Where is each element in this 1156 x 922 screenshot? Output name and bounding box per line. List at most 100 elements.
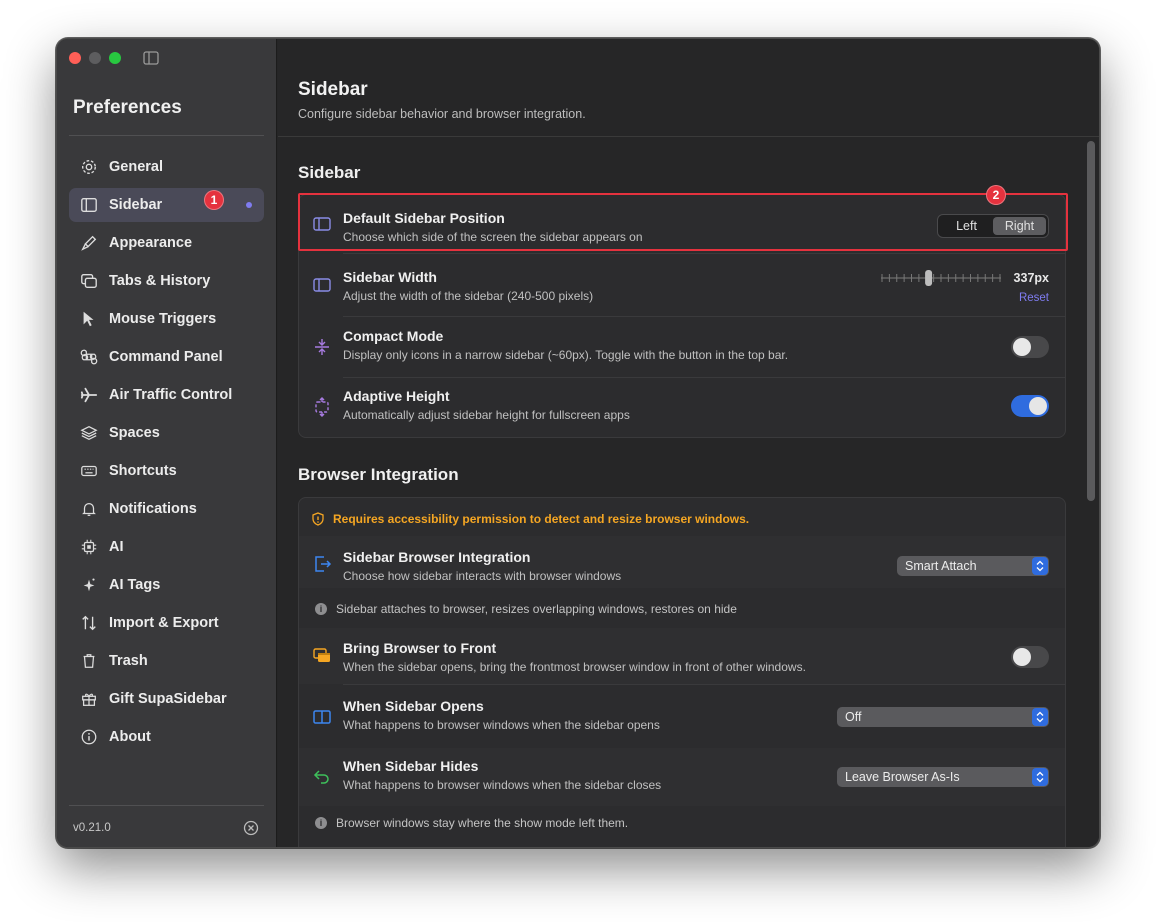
minimize-window-button[interactable] [89, 52, 101, 64]
segment-left[interactable]: Left [940, 217, 993, 235]
width-value: 337px [1013, 271, 1049, 285]
page-subtitle: Configure sidebar behavior and browser i… [298, 107, 586, 121]
sidebar-item-label: Shortcuts [109, 463, 177, 479]
split-view-icon [311, 706, 333, 728]
hides-info: i Browser windows stay where the show mo… [315, 816, 628, 830]
scrollbar[interactable] [1087, 141, 1095, 501]
sidebar-item-tabs-history[interactable]: Tabs & History [69, 264, 264, 298]
setting-description: Automatically adjust sidebar height for … [343, 408, 630, 422]
select-value: Leave Browser As-Is [845, 770, 960, 784]
sidebar-item-notifications[interactable]: Notifications [69, 492, 264, 526]
when-opens-row: When Sidebar Opens What happens to brows… [299, 686, 1065, 746]
sidebar-settings-card: Default Sidebar Position Choose which si… [298, 194, 1066, 438]
section-title-sidebar: Sidebar [298, 163, 361, 182]
row-divider [343, 684, 1065, 685]
slider-thumb[interactable] [925, 270, 933, 286]
attach-icon [311, 553, 333, 575]
bring-to-front-row: Bring Browser to Front When the sidebar … [299, 628, 1065, 684]
sidebar-item-air-traffic-control[interactable]: Air Traffic Control [69, 378, 264, 412]
close-circle-icon[interactable] [243, 820, 259, 836]
sidebar-item-ai[interactable]: AI [69, 530, 264, 564]
preferences-window: Preferences General Sidebar Appearance T… [56, 38, 1100, 848]
arrows-updown-icon [79, 613, 99, 633]
undo-arrow-icon [311, 765, 333, 787]
sidebar-item-about[interactable]: About [69, 720, 264, 754]
sidebar-item-label: Notifications [109, 501, 197, 517]
page-title: Sidebar [298, 79, 368, 100]
default-position-row: Default Sidebar Position Choose which si… [299, 195, 1065, 253]
sidebar-item-spaces[interactable]: Spaces [69, 416, 264, 450]
sidebar-item-import-export[interactable]: Import & Export [69, 606, 264, 640]
when-opens-select[interactable]: Off [837, 707, 1049, 727]
expand-icon [311, 396, 333, 418]
shield-warning-icon [312, 512, 324, 526]
browser-integration-card: Requires accessibility permission to det… [298, 497, 1066, 847]
compact-mode-row: Compact Mode Display only icons in a nar… [299, 317, 1065, 377]
reset-link[interactable]: Reset [1019, 292, 1049, 304]
sidebar-item-label: General [109, 159, 163, 175]
setting-description: What happens to browser windows when the… [343, 718, 660, 732]
setting-description: Display only icons in a narrow sidebar (… [343, 348, 789, 362]
sidebar-item-label: AI [109, 539, 124, 555]
sidebar-item-mouse-triggers[interactable]: Mouse Triggers [69, 302, 264, 336]
sidebar-width-slider[interactable] [881, 268, 1001, 288]
sidebar-icon [311, 274, 333, 296]
page-header: Sidebar Configure sidebar behavior and b… [278, 39, 1099, 137]
segment-right[interactable]: Right [993, 217, 1046, 235]
sidebar-item-sidebar[interactable]: Sidebar [69, 188, 264, 222]
permission-warning: Requires accessibility permission to det… [311, 512, 749, 526]
chevron-updown-icon [1032, 708, 1048, 726]
setting-title: When Sidebar Opens [343, 698, 484, 714]
setting-title: Sidebar Browser Integration [343, 549, 531, 565]
gift-icon [79, 689, 99, 709]
close-window-button[interactable] [69, 52, 81, 64]
compact-mode-toggle[interactable] [1011, 336, 1049, 358]
sidebar-item-ai-tags[interactable]: AI Tags [69, 568, 264, 602]
position-segmented-control: Left Right [937, 214, 1049, 238]
chip-icon [79, 537, 99, 557]
setting-description: Choose how sidebar interacts with browse… [343, 569, 622, 583]
sidebar-item-appearance[interactable]: Appearance [69, 226, 264, 260]
sidebar-item-label: About [109, 729, 151, 745]
sidebar-item-gift[interactable]: Gift SupaSidebar [69, 682, 264, 716]
sidebar-item-command-panel[interactable]: Command Panel [69, 340, 264, 374]
sidebar-icon [311, 213, 333, 235]
sidebar-item-label: Spaces [109, 425, 160, 441]
keyboard-icon [79, 461, 99, 481]
select-value: Off [845, 710, 862, 724]
sidebar-toggle-icon[interactable] [143, 51, 159, 65]
when-hides-select[interactable]: Leave Browser As-Is [837, 767, 1049, 787]
setting-title: Bring Browser to Front [343, 640, 497, 656]
integration-info: i Sidebar attaches to browser, resizes o… [315, 602, 737, 616]
trash-icon [79, 651, 99, 671]
annotation-marker-2: 2 [986, 185, 1006, 205]
info-icon: i [315, 603, 327, 615]
sidebar-item-label: AI Tags [109, 577, 161, 593]
adaptive-height-toggle[interactable] [1011, 395, 1049, 417]
sidebar-item-shortcuts[interactable]: Shortcuts [69, 454, 264, 488]
sidebar-item-trash[interactable]: Trash [69, 644, 264, 678]
active-indicator [246, 202, 252, 208]
sidebar-item-label: Command Panel [109, 349, 223, 365]
setting-title: Sidebar Width [343, 269, 437, 285]
sidebar-nav: Preferences General Sidebar Appearance T… [57, 39, 277, 847]
integration-mode-select[interactable]: Smart Attach [897, 556, 1049, 576]
windows-icon [311, 644, 333, 666]
layers-icon [79, 423, 99, 443]
sidebar-item-general[interactable]: General [69, 150, 264, 184]
adaptive-height-row: Adaptive Height Automatically adjust sid… [299, 378, 1065, 438]
nav-list: General Sidebar Appearance Tabs & Histor… [69, 150, 264, 758]
sidebar-item-label: Air Traffic Control [109, 387, 233, 403]
setting-description: When the sidebar opens, bring the frontm… [343, 660, 806, 674]
setting-description: What happens to browser windows when the… [343, 778, 662, 792]
sidebar-item-label: Mouse Triggers [109, 311, 217, 327]
zoom-window-button[interactable] [109, 52, 121, 64]
compress-icon [311, 336, 333, 358]
annotation-marker-1: 1 [204, 190, 224, 210]
app-title: Preferences [73, 97, 182, 118]
sidebar-width-row: Sidebar Width Adjust the width of the si… [299, 254, 1065, 316]
tabs-icon [79, 271, 99, 291]
bring-to-front-toggle[interactable] [1011, 646, 1049, 668]
when-hides-row: When Sidebar Hides What happens to brows… [299, 748, 1065, 806]
sidebar-item-label: Tabs & History [109, 273, 211, 289]
